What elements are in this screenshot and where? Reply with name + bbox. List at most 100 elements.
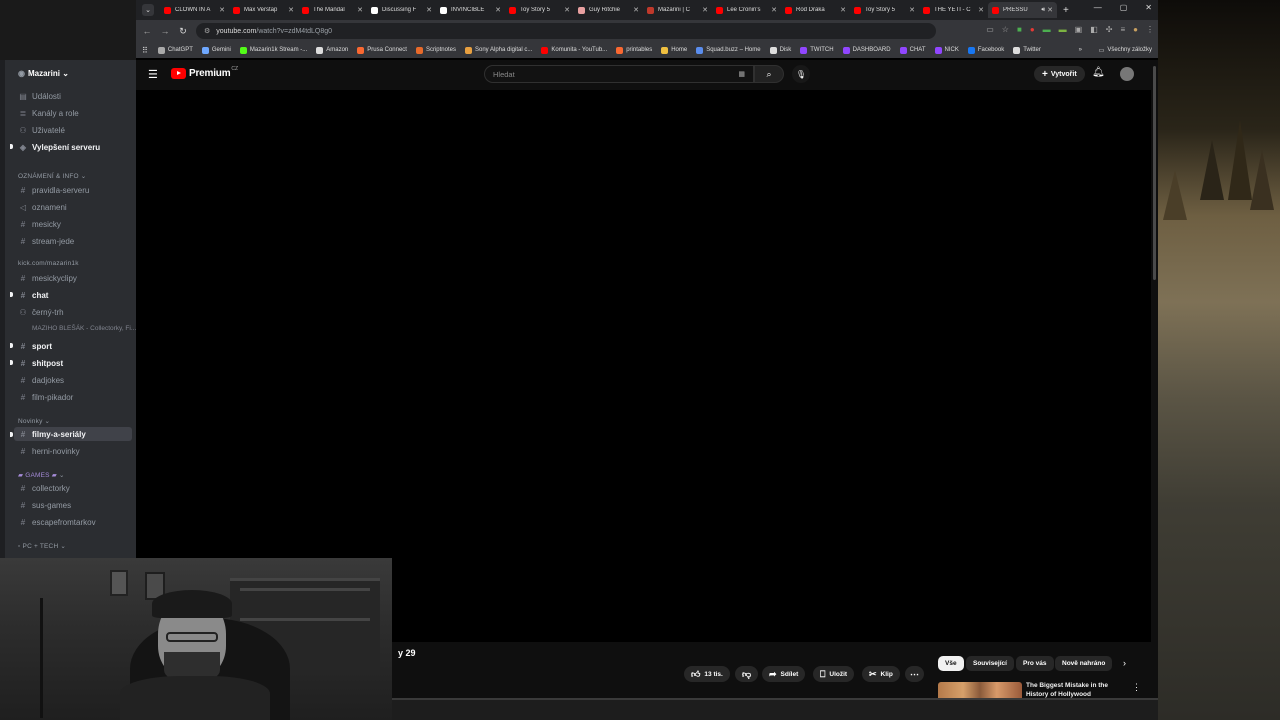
browser-tab[interactable]: THE YETI - C ✕ [919,2,988,18]
close-icon[interactable]: ✕ [1145,3,1152,12]
sidebar-item-boost[interactable]: ◈ Vylepšení serveru [18,140,100,154]
maximize-icon[interactable]: ▢ [1120,3,1128,12]
channel-escapefromtarkov[interactable]: # escapefromtarkov [18,515,96,529]
browser-tab[interactable]: CLOWN IN A ✕ [160,2,229,18]
all-bookmarks-button[interactable]: ▭ Všechny záložky [1099,47,1152,54]
browser-tab[interactable]: The Mandal ✕ [298,2,367,18]
like-button[interactable]: 👍︎ 13 tis. [684,666,730,682]
close-icon[interactable]: ✕ [426,6,432,14]
bookmark-item[interactable]: Komunita - YouTub... [541,46,607,54]
apps-icon[interactable]: ⠿ [142,46,148,55]
chevron-right-icon[interactable]: › [1123,658,1126,668]
browser-tab[interactable]: PRESSU 🔊︎ ✕ [988,2,1057,18]
channel-chat[interactable]: # chat [18,288,49,302]
bookmark-item[interactable]: NICK [934,46,959,54]
recommended-title[interactable]: The Biggest Mistake in the History of Ho… [1026,682,1126,698]
category-header[interactable]: OZNÁMENÍ & INFO ⌄ [18,172,86,180]
address-bar[interactable]: ⚙ youtube.com/watch?v=zdM4tdLQ8g0 [196,23,936,39]
kebab-menu-icon[interactable]: ⋮ [1146,25,1154,34]
bookmark-item[interactable]: DASHBOARD [842,46,891,54]
extension-icon[interactable]: ▣ [1075,25,1083,34]
browser-tab[interactable]: Rod Draka ✕ [781,2,850,18]
category-header[interactable]: kick.com/mazarin1k [18,260,79,267]
bookmark-item[interactable]: Twitter [1013,46,1041,54]
browser-tab[interactable]: Toy Story 5 ✕ [505,2,574,18]
search-button[interactable]: ⌕ [754,65,784,83]
forward-icon[interactable]: → [156,26,174,36]
channel-herni-novinky[interactable]: # herni-novinky [18,444,80,458]
bookmark-item[interactable]: Home [661,46,687,54]
tab-search-button[interactable]: ⌄ [142,4,154,16]
keyboard-icon[interactable]: ▦ [738,70,745,78]
bookmark-item[interactable]: printables [616,46,652,54]
bookmark-item[interactable]: Scriptnotes [415,46,456,54]
browser-tab[interactable]: Max Verstap ✕ [229,2,298,18]
close-icon[interactable]: ✕ [495,6,501,14]
close-icon[interactable]: ✕ [771,6,777,14]
browser-tab[interactable]: Toy Story 5 ✕ [850,2,919,18]
kebab-menu-icon[interactable]: ⋮ [1132,682,1141,693]
category-header[interactable]: ▰ GAMES ▰ ⌄ [18,471,65,479]
close-icon[interactable]: ✕ [357,6,363,14]
bookmark-item[interactable]: ChatGPT [157,46,193,54]
close-icon[interactable]: ✕ [564,6,570,14]
close-icon[interactable]: ✕ [840,6,846,14]
dislike-button[interactable]: 👎︎ [735,666,759,682]
close-icon[interactable]: ✕ [909,6,915,14]
browser-tab[interactable]: Mazarini | C ✕ [643,2,712,18]
channel-sus-games[interactable]: # sus-games [18,498,71,512]
reload-icon[interactable]: ↻ [174,26,192,37]
clip-button[interactable]: ✂ Klip [862,666,900,682]
more-actions-button[interactable]: ⋯ [905,666,924,682]
youtube-logo[interactable]: Premium CZ [171,66,238,79]
channel-filmy-a-serialy[interactable]: # filmy-a-seriály [14,427,132,441]
bookmark-item[interactable]: Disk [769,46,791,54]
minimize-icon[interactable]: — [1094,3,1102,12]
browser-tab[interactable]: Guy Ritchie ✕ [574,2,643,18]
category-header[interactable]: Novinky ⌄ [18,417,50,425]
bookmark-item[interactable]: Sony Alpha digital c... [464,46,532,54]
sidebar-item-users[interactable]: ⚇ Uživatelé [18,123,65,137]
close-icon[interactable]: ✕ [633,6,639,14]
search-input[interactable]: Hledat ▦ [484,65,754,83]
site-info-icon[interactable]: ⚙ [204,27,210,35]
save-button[interactable]: ⎕ Uložit [813,666,855,682]
browser-tab[interactable]: Lee Cronin's ✕ [712,2,781,18]
channel-oznameni[interactable]: ◁ oznameni [18,200,67,214]
channel-film-pikador[interactable]: # film-pikador [18,390,74,404]
voice-search-button[interactable]: 🎙︎ [792,65,810,83]
bookmark-item[interactable]: Prusa Connect [357,46,407,54]
star-icon[interactable]: ☆ [1002,25,1009,34]
channel-sport[interactable]: # sport [18,339,52,353]
back-icon[interactable]: ← [138,26,156,36]
extension-icon[interactable]: ■ [1017,25,1022,34]
notifications-icon[interactable]: 🔔︎ [1092,67,1105,78]
channel-mesicky[interactable]: # mesicky [18,217,61,231]
bookmark-item[interactable]: CHAT [899,46,926,54]
channel-shitpost[interactable]: # shitpost [18,356,63,370]
category-header[interactable]: ▫ PC + TECH ⌄ [18,542,66,550]
puzzle-icon[interactable]: ✣ [1106,25,1113,34]
channel-stream-jede[interactable]: # stream-jede [18,234,74,248]
bookmark-item[interactable]: TWITCH [800,46,834,54]
menu-icon[interactable]: ☰ [148,68,158,81]
chip-related[interactable]: Související [966,656,1014,671]
channel-cerny-trh[interactable]: ⚇ černý-trh [18,305,63,319]
extension-icon[interactable]: ▬ [1043,25,1051,34]
chip-for-you[interactable]: Pro vás [1016,656,1054,671]
sidebar-item-events[interactable]: ▤ Události [18,89,61,103]
channel-pravidla[interactable]: # pravidla-serveru [18,183,90,197]
chip-new[interactable]: Nově nahráno [1055,656,1113,671]
profile-icon[interactable]: ● [1133,25,1138,34]
sidebar-item-channels-roles[interactable]: ≣ Kanály a role [18,106,79,120]
extension-icon[interactable]: ● [1030,25,1035,34]
thread-item[interactable]: MAZIHO BLEŠÁK - Collectorky, Fi... [32,325,136,332]
close-icon[interactable]: ✕ [219,6,225,14]
close-icon[interactable]: ✕ [288,6,294,14]
scrollbar-thumb[interactable] [1153,66,1156,280]
create-button[interactable]: + Vytvořit [1034,66,1085,82]
recommended-thumbnail[interactable] [938,682,1022,698]
channel-mesickyclipy[interactable]: # mesickyclipy [18,271,77,285]
share-button[interactable]: ➦ Sdílet [762,666,806,682]
bookmark-item[interactable]: Gemini [201,46,231,54]
